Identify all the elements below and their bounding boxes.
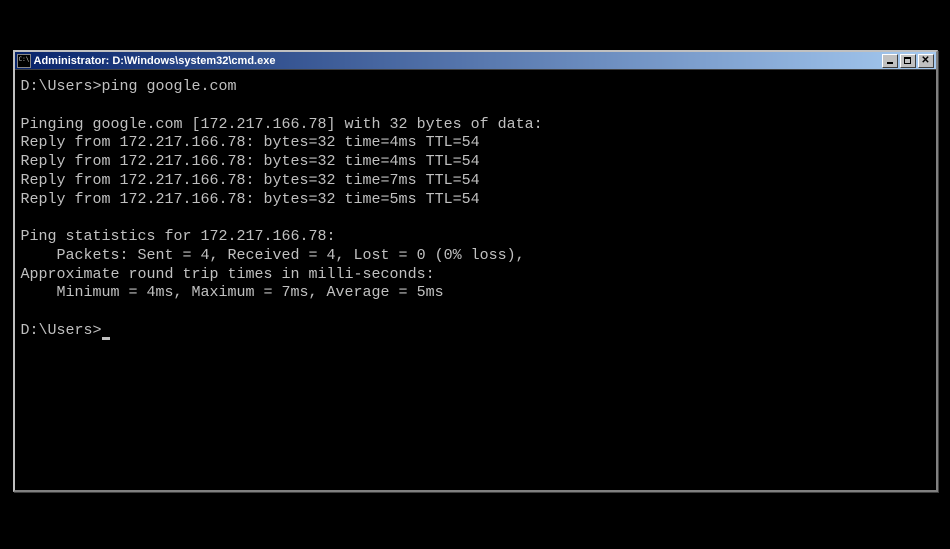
prompt: D:\Users> (21, 78, 102, 95)
console-line: Ping statistics for 172.217.166.78: (21, 228, 336, 245)
console-line: Approximate round trip times in milli-se… (21, 266, 435, 283)
cursor (102, 337, 110, 340)
window-title: Administrator: D:\Windows\system32\cmd.e… (34, 55, 882, 67)
maximize-icon (904, 57, 911, 64)
console-line: Reply from 172.217.166.78: bytes=32 time… (21, 172, 480, 189)
minimize-icon (887, 62, 893, 64)
console-line: Reply from 172.217.166.78: bytes=32 time… (21, 153, 480, 170)
close-icon: ✕ (921, 56, 929, 66)
window-controls: ✕ (882, 54, 934, 68)
maximize-button[interactable] (900, 54, 916, 68)
titlebar[interactable]: Administrator: D:\Windows\system32\cmd.e… (15, 52, 936, 70)
minimize-button[interactable] (882, 54, 898, 68)
console-line: Minimum = 4ms, Maximum = 7ms, Average = … (21, 284, 444, 301)
prompt: D:\Users> (21, 322, 102, 339)
console-output[interactable]: D:\Users>ping google.com Pinging google.… (15, 70, 936, 490)
console-line: Pinging google.com [172.217.166.78] with… (21, 116, 543, 133)
close-button[interactable]: ✕ (918, 54, 934, 68)
console-line: Packets: Sent = 4, Received = 4, Lost = … (21, 247, 525, 264)
cmd-window: Administrator: D:\Windows\system32\cmd.e… (13, 50, 938, 492)
console-line: Reply from 172.217.166.78: bytes=32 time… (21, 134, 480, 151)
cmd-icon (17, 54, 31, 68)
typed-command: ping google.com (102, 78, 237, 95)
console-line: Reply from 172.217.166.78: bytes=32 time… (21, 191, 480, 208)
